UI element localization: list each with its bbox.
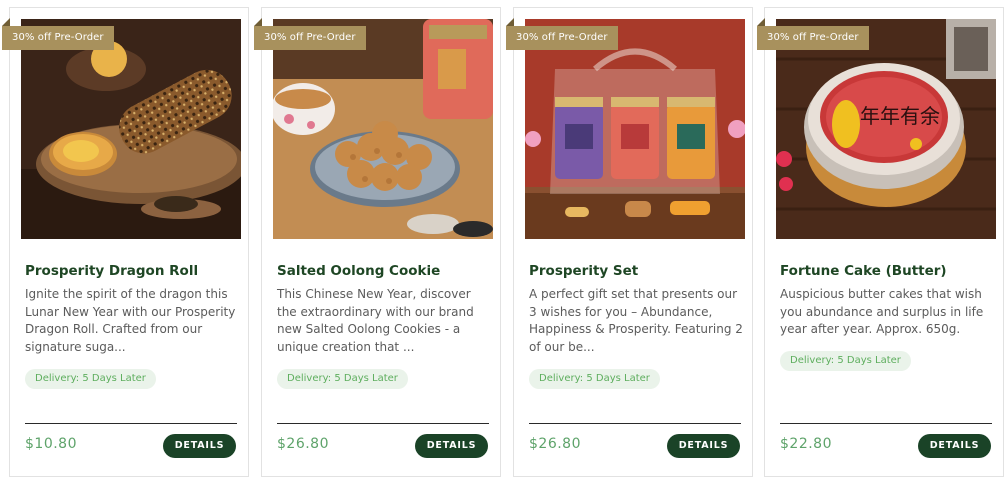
badge-fold xyxy=(254,18,262,26)
product-title[interactable]: Salted Oolong Cookie xyxy=(277,263,491,279)
product-description: Ignite the spirit of the dragon this Lun… xyxy=(25,287,236,354)
product-card[interactable]: 30% off Pre-Order Salted Oolong Cookie T… xyxy=(254,7,501,477)
product-description: A perfect gift set that presents our 3 w… xyxy=(529,287,743,354)
fortune-cake-photo: 年年有余 xyxy=(776,19,996,239)
delivery-tag: Delivery: 5 Days Later xyxy=(780,351,911,371)
product-price: $26.80 xyxy=(277,436,329,452)
discount-badge: 30% off Pre-Order xyxy=(2,26,114,50)
product-card[interactable]: 30% off Pre-Order Prosperity Dragon Roll… xyxy=(2,7,249,477)
badge-fold xyxy=(757,18,765,26)
divider xyxy=(25,423,237,424)
product-image[interactable]: 年年有余 xyxy=(776,19,996,239)
discount-badge: 30% off Pre-Order xyxy=(254,26,366,50)
dragon-roll-photo xyxy=(21,19,241,239)
divider xyxy=(529,423,741,424)
product-price: $10.80 xyxy=(25,436,77,452)
discount-badge: 30% off Pre-Order xyxy=(757,26,869,50)
details-button[interactable]: DETAILS xyxy=(918,434,991,458)
details-button[interactable]: DETAILS xyxy=(163,434,236,458)
product-image[interactable] xyxy=(525,19,745,239)
delivery-tag: Delivery: 5 Days Later xyxy=(25,369,156,389)
divider xyxy=(780,423,992,424)
prosperity-set-photo xyxy=(525,19,745,239)
delivery-tag: Delivery: 5 Days Later xyxy=(529,369,660,389)
product-price: $26.80 xyxy=(529,436,581,452)
product-card[interactable]: 30% off Pre-Order Prosperity Set A perfe… xyxy=(506,7,753,477)
badge-fold xyxy=(506,18,514,26)
badge-fold xyxy=(2,18,10,26)
divider xyxy=(277,423,489,424)
product-title[interactable]: Prosperity Dragon Roll xyxy=(25,263,239,279)
discount-badge: 30% off Pre-Order xyxy=(506,26,618,50)
product-card[interactable]: 年年有余 30% off Pre-Order Fortune Cake (But… xyxy=(757,7,1004,477)
product-title[interactable]: Prosperity Set xyxy=(529,263,743,279)
delivery-tag: Delivery: 5 Days Later xyxy=(277,369,408,389)
product-image[interactable] xyxy=(273,19,493,239)
product-title[interactable]: Fortune Cake (Butter) xyxy=(780,263,994,279)
oolong-cookie-photo xyxy=(273,19,493,239)
product-description: Auspicious butter cakes that wish you ab… xyxy=(780,287,984,337)
product-grid: 30% off Pre-Order Prosperity Dragon Roll… xyxy=(2,7,1005,479)
cake-text: 年年有余 xyxy=(860,104,940,128)
details-button[interactable]: DETAILS xyxy=(415,434,488,458)
product-image[interactable] xyxy=(21,19,241,239)
product-price: $22.80 xyxy=(780,436,832,452)
product-description: This Chinese New Year, discover the extr… xyxy=(277,287,474,354)
details-button[interactable]: DETAILS xyxy=(667,434,740,458)
